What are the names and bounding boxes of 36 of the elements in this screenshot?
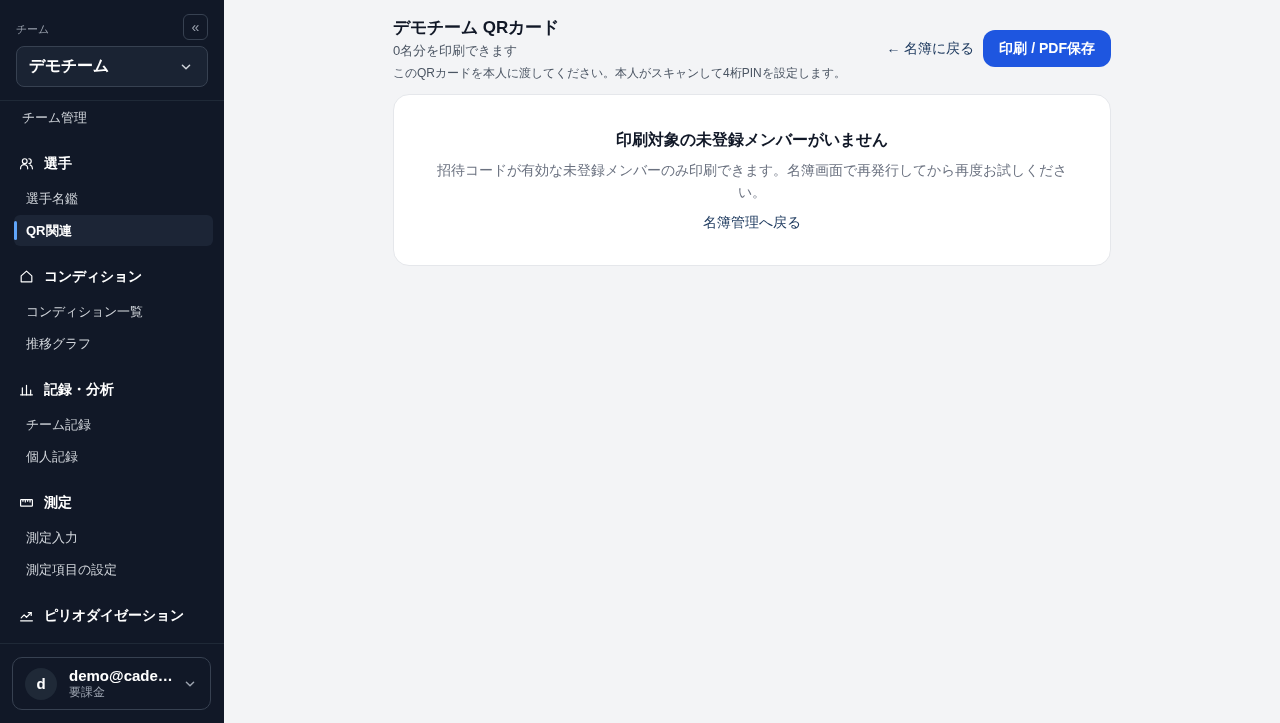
nav-section-heading: ピリオダイゼーション [44,606,184,625]
chevron-down-icon [185,680,195,687]
print-button[interactable]: 印刷 / PDF保存 [983,30,1111,67]
ruler-icon [20,496,33,509]
roster-link[interactable]: 名簿管理へ戻る [703,211,801,233]
sidebar-item[interactable]: 推移グラフ [14,328,213,359]
user-email: demo@cade… [69,667,173,685]
printable-count: 0名分を印刷できます [393,42,519,60]
sidebar-item[interactable]: 個人記録 [14,441,213,472]
plan-label: 要課金 [69,685,106,700]
sidebar-item[interactable]: 測定項目の設定 [14,554,213,585]
sidebar-item[interactable]: チーム管理 [14,102,213,133]
team-select[interactable]: デモチーム [16,46,208,87]
nav-section-heading: 記録・分析 [44,380,114,399]
instruction-text: このQRカードを本人に渡してください。本人がスキャンして4桁PINを設定します。 [393,65,846,82]
sidebar-item[interactable]: QR関連 [14,215,213,246]
page-title: デモチーム QRカード [393,17,561,39]
sidebar-item[interactable]: 測定入力 [14,522,213,553]
collapse-sidebar-button[interactable]: « [183,14,208,40]
home-icon [20,270,33,283]
sidebar-item[interactable]: コンディション一覧 [14,296,213,327]
back-link[interactable]: ← 名簿に戻る [886,39,975,58]
sidebar-item[interactable]: チーム記録 [14,409,213,440]
sidebar-item[interactable]: 選手名鑑 [14,183,213,214]
empty-state-title: 印刷対象の未登録メンバーがいません [615,130,889,150]
empty-state-message: 招待コードが有効な未登録メンバーのみ印刷できます。名簿画面で再発行してから再度お試しください。 [436,161,1068,202]
bar-chart-icon [20,383,33,396]
chevron-down-icon [181,63,191,70]
users-icon [20,157,33,170]
user-avatar: d [25,667,57,700]
nav-section-heading: 測定 [44,493,72,512]
trend-line-icon [20,609,33,622]
nav-section-heading: コンディション [44,267,142,286]
account-menu-button[interactable]: d demo@cade… 要課金 [12,657,211,710]
nav-section-heading: 選手 [44,154,72,173]
team-label: チーム [16,22,49,36]
